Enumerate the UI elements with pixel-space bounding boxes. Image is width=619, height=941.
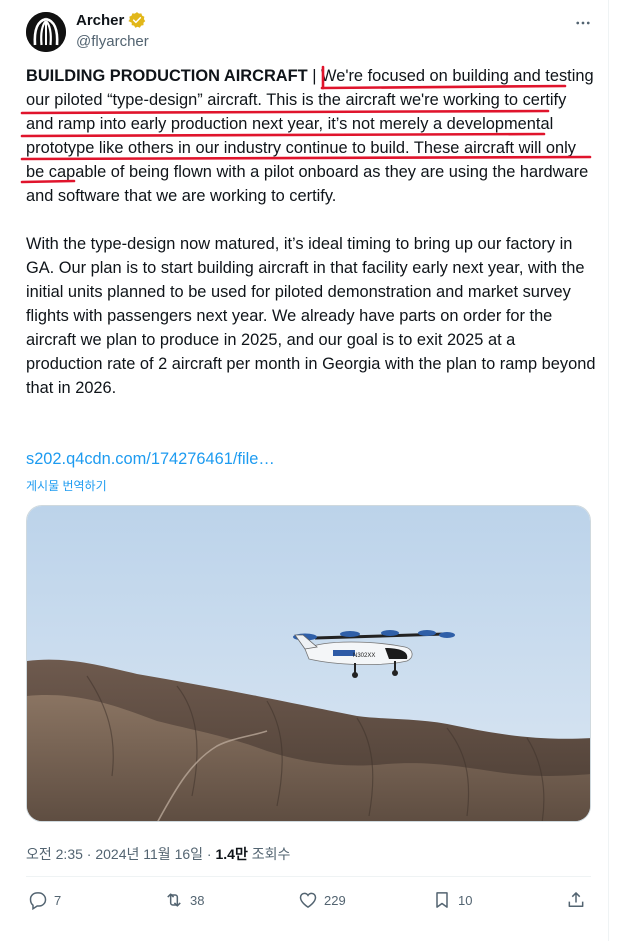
post-text: BUILDING PRODUCTION AIRCRAFT | We're foc… xyxy=(26,64,596,400)
translate-post-button[interactable]: 게시물 번역하기 xyxy=(26,477,107,494)
more-options-button[interactable] xyxy=(572,12,594,34)
share-button[interactable] xyxy=(566,890,592,910)
post-card: Archer @flyarcher BUILDING PRODUCTION AI… xyxy=(0,0,609,941)
meta-dot: · xyxy=(206,846,212,862)
aircraft-over-hills-image: N302XX xyxy=(27,506,590,821)
verified-badge-icon[interactable] xyxy=(128,11,146,29)
external-link[interactable]: s202.q4cdn.com/174276461/file… xyxy=(26,450,275,469)
post-date[interactable]: 2024년 11월 16일 xyxy=(95,846,203,862)
like-button[interactable]: 229 xyxy=(298,890,346,910)
heart-icon xyxy=(299,892,317,908)
reply-count: 7 xyxy=(54,892,62,908)
more-icon xyxy=(576,21,590,25)
author-name[interactable]: Archer xyxy=(76,11,146,29)
action-bar: 7 38 229 10 xyxy=(26,890,591,916)
repost-count: 38 xyxy=(190,892,205,908)
author-handle[interactable]: @flyarcher xyxy=(76,33,149,50)
repost-icon xyxy=(167,893,181,907)
views-label: 조회수 xyxy=(251,846,291,862)
post-meta: 오전 2:35 · 2024년 11월 16일 · 1.4만 조회수 xyxy=(26,844,290,864)
views-count: 1.4만 xyxy=(215,846,248,862)
aircraft-marking: N302XX xyxy=(353,653,375,659)
avatar[interactable] xyxy=(26,12,66,52)
post-heading: BUILDING PRODUCTION AIRCRAFT xyxy=(26,67,308,85)
post-paragraph-2: With the type-design now matured, it’s i… xyxy=(26,235,596,397)
bookmark-icon xyxy=(436,892,448,908)
post-time[interactable]: 오전 2:35 xyxy=(26,846,83,862)
post-separator: | xyxy=(307,67,322,85)
post-image[interactable]: N302XX xyxy=(26,505,591,822)
like-count: 229 xyxy=(324,892,346,908)
author-name-text[interactable]: Archer xyxy=(76,12,124,29)
post-paragraph-1: BUILDING PRODUCTION AIRCRAFT | We're foc… xyxy=(26,64,596,208)
archer-logo-icon xyxy=(26,12,66,52)
meta-dot: · xyxy=(86,846,92,862)
repost-button[interactable]: 38 xyxy=(164,890,204,910)
reply-icon xyxy=(29,892,47,910)
share-icon xyxy=(568,892,584,907)
reply-button[interactable]: 7 xyxy=(28,890,61,910)
divider xyxy=(26,876,591,877)
bookmark-button[interactable]: 10 xyxy=(432,890,472,910)
bookmark-count: 10 xyxy=(458,892,473,908)
